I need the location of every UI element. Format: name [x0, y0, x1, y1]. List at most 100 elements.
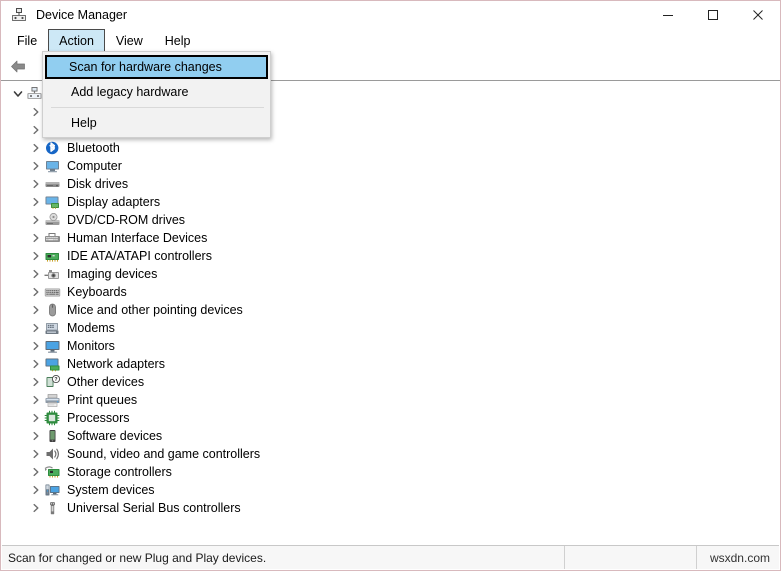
tree-item[interactable]: Storage controllers [2, 463, 779, 481]
chevron-down-icon[interactable] [10, 89, 26, 99]
tree-item[interactable]: Mice and other pointing devices [2, 301, 779, 319]
chevron-right-icon[interactable] [28, 503, 44, 513]
chevron-right-icon[interactable] [28, 413, 44, 423]
chevron-right-icon[interactable] [28, 233, 44, 243]
imaging-device-icon [44, 266, 61, 282]
back-arrow-icon[interactable] [5, 54, 31, 78]
status-message: Scan for changed or new Plug and Play de… [8, 550, 267, 565]
chevron-right-icon[interactable] [28, 377, 44, 387]
chevron-right-icon[interactable] [28, 251, 44, 261]
window-title: Device Manager [36, 8, 128, 22]
tree-item-label: Universal Serial Bus controllers [67, 501, 241, 515]
tree-item[interactable]: Sound, video and game controllers [2, 445, 779, 463]
tree-item[interactable]: Imaging devices [2, 265, 779, 283]
tree-item-label: Bluetooth [67, 141, 120, 155]
maximize-button[interactable] [690, 1, 735, 29]
computer-icon [44, 158, 61, 174]
menu-help[interactable]: Help [154, 29, 202, 52]
tree-item-label: Modems [67, 321, 115, 335]
dropdown-separator [51, 107, 264, 108]
software-device-icon [44, 428, 61, 444]
tree-item-label: Keyboards [67, 285, 127, 299]
tree-item-label: Imaging devices [67, 267, 158, 281]
tree-item-label: Storage controllers [67, 465, 172, 479]
tree-item-label: Mice and other pointing devices [67, 303, 243, 317]
tree-item-label: Network adapters [67, 357, 165, 371]
chevron-right-icon[interactable] [28, 449, 44, 459]
status-pane-secondary [564, 546, 696, 569]
tree-item[interactable]: Bluetooth [2, 139, 779, 157]
tree-item[interactable]: DVD/CD-ROM drives [2, 211, 779, 229]
tree-item[interactable]: Print queues [2, 391, 779, 409]
tree-item[interactable]: Keyboards [2, 283, 779, 301]
chevron-right-icon[interactable] [28, 341, 44, 351]
status-bar: Scan for changed or new Plug and Play de… [2, 545, 779, 569]
menu-help-item[interactable]: Help [45, 112, 268, 134]
modem-icon [44, 320, 61, 336]
tree-item[interactable]: Monitors [2, 337, 779, 355]
chevron-right-icon[interactable] [28, 359, 44, 369]
storage-controller-icon [44, 464, 61, 480]
network-adapter-icon [44, 356, 61, 372]
chevron-right-icon[interactable] [28, 323, 44, 333]
tree-item[interactable]: Modems [2, 319, 779, 337]
hid-icon [44, 230, 61, 246]
other-device-icon: ? [44, 374, 61, 390]
keyboard-icon [44, 284, 61, 300]
tree-item[interactable]: Universal Serial Bus controllers [2, 499, 779, 517]
tree-item[interactable]: ? Other devices [2, 373, 779, 391]
chevron-right-icon[interactable] [28, 305, 44, 315]
mouse-icon [44, 302, 61, 318]
chevron-right-icon[interactable] [28, 431, 44, 441]
system-device-icon [44, 482, 61, 498]
device-manager-icon [10, 6, 28, 24]
action-dropdown-menu[interactable]: Scan for hardware changes Add legacy har… [42, 51, 271, 138]
chevron-right-icon[interactable] [28, 287, 44, 297]
tree-item-label: Other devices [67, 375, 145, 389]
close-button[interactable] [735, 1, 780, 29]
chevron-right-icon[interactable] [28, 395, 44, 405]
tree-item-label: Processors [67, 411, 130, 425]
chevron-right-icon[interactable] [28, 179, 44, 189]
tree-item[interactable]: Display adapters [2, 193, 779, 211]
menu-view[interactable]: View [105, 29, 154, 52]
disk-drive-icon [44, 176, 61, 192]
tree-item[interactable]: Computer [2, 157, 779, 175]
tree-item[interactable]: Processors [2, 409, 779, 427]
tree-item[interactable]: System devices [2, 481, 779, 499]
window-controls [645, 1, 780, 29]
minimize-button[interactable] [645, 1, 690, 29]
tree-item-label: IDE ATA/ATAPI controllers [67, 249, 212, 263]
device-manager-window: Device Manager File Action View Help Blu… [0, 0, 781, 571]
tree-item[interactable]: Human Interface Devices [2, 229, 779, 247]
chevron-right-icon[interactable] [28, 269, 44, 279]
bluetooth-icon [44, 140, 61, 156]
tree-item[interactable]: Network adapters [2, 355, 779, 373]
title-bar: Device Manager [1, 1, 780, 29]
tree-item-label: Monitors [67, 339, 115, 353]
chevron-right-icon[interactable] [28, 467, 44, 477]
menu-file[interactable]: File [6, 29, 48, 52]
chevron-right-icon[interactable] [28, 485, 44, 495]
svg-text:?: ? [54, 377, 57, 383]
chevron-right-icon[interactable] [28, 215, 44, 225]
menu-add-legacy-hardware[interactable]: Add legacy hardware [45, 81, 268, 103]
menu-action[interactable]: Action [48, 29, 105, 52]
chevron-right-icon[interactable] [28, 197, 44, 207]
chevron-right-icon[interactable] [28, 161, 44, 171]
device-tree-pane[interactable]: Audio inputs and outputsBatteriesBluetoo… [2, 81, 779, 544]
tree-item[interactable]: Disk drives [2, 175, 779, 193]
chevron-right-icon[interactable] [28, 143, 44, 153]
tree-item[interactable]: Software devices [2, 427, 779, 445]
tree-item-label: Computer [67, 159, 122, 173]
tree-item[interactable]: IDE ATA/ATAPI controllers [2, 247, 779, 265]
tree-item-label: Disk drives [67, 177, 129, 191]
menu-scan-for-hardware-changes[interactable]: Scan for hardware changes [45, 55, 268, 79]
watermark-label: wsxdn.com [696, 546, 779, 569]
computer-root-icon [26, 86, 43, 102]
printer-icon [44, 392, 61, 408]
tree-item-label: Display adapters [67, 195, 161, 209]
tree-item-label: System devices [67, 483, 155, 497]
dvd-drive-icon [44, 212, 61, 228]
tree-item-label: Print queues [67, 393, 138, 407]
